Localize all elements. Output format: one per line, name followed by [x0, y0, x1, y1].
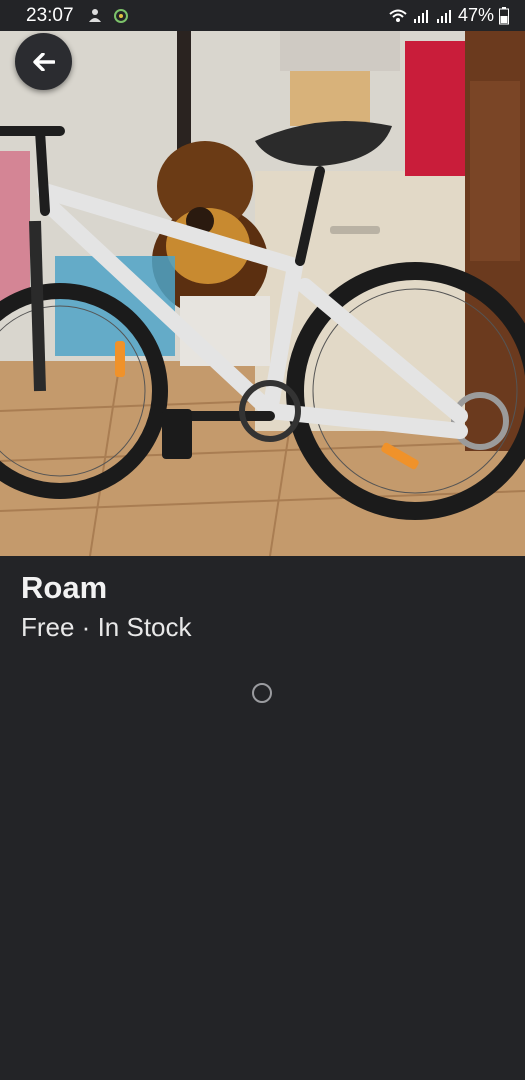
bicycle-photo[interactable] [0, 31, 525, 556]
status-left-icons [86, 7, 130, 25]
app-icon [113, 8, 128, 23]
status-time: 23:07 [26, 4, 74, 26]
status-bar: 23:07 47% [0, 0, 525, 31]
signal-icon [413, 9, 428, 23]
loading-spinner-icon [252, 683, 272, 703]
battery-percent: 47% [457, 5, 494, 25]
notification-icon [88, 8, 101, 22]
listing-title: Roam [21, 570, 108, 605]
battery-icon [499, 6, 509, 24]
arrow-left-icon [32, 52, 55, 71]
status-right: 47% [389, 5, 509, 26]
listing-subtitle: Free · In Stock [21, 612, 192, 642]
signal-icon [436, 9, 451, 23]
back-button[interactable] [15, 33, 72, 90]
wifi-icon [389, 9, 407, 22]
